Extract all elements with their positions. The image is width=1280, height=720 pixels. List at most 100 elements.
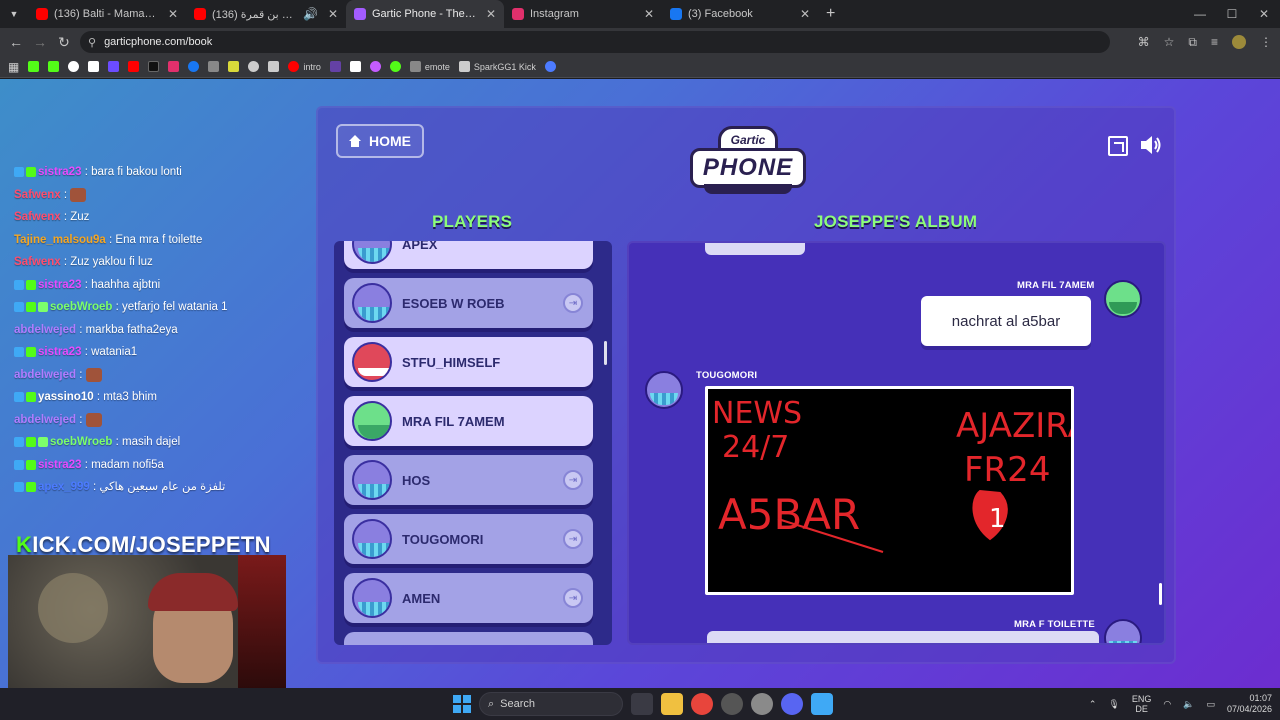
player-card[interactable]: MRA FIL 7AMEM bbox=[344, 396, 593, 446]
kick-player-icon[interactable]: ⇥ bbox=[563, 529, 583, 549]
bookmark-11[interactable] bbox=[228, 61, 240, 72]
chat-username: soebWroeb bbox=[50, 436, 113, 449]
translate-icon[interactable]: ⌘ bbox=[1138, 35, 1150, 49]
settings-icon[interactable] bbox=[751, 693, 773, 715]
close-tab-icon[interactable]: ✕ bbox=[644, 7, 654, 21]
task-view-icon[interactable] bbox=[631, 693, 653, 715]
bookmark-twitch[interactable] bbox=[329, 61, 341, 72]
stream-chat-overlay: sistra23 : bara fi bakou lonti Safwenx : … bbox=[14, 165, 304, 503]
tab-search-chevron-icon[interactable]: ▼ bbox=[0, 0, 28, 28]
extensions-icon[interactable]: ⧉ bbox=[1188, 35, 1197, 50]
tab-instagram[interactable]: Instagram ✕ bbox=[504, 0, 662, 28]
menu-kebab-icon[interactable]: ⋮ bbox=[1260, 35, 1272, 49]
url-input[interactable]: ⚲ garticphone.com/book bbox=[80, 31, 1110, 53]
album-view[interactable]: MRA FIL 7AMEM nachrat al a5bar TOUGOMORI… bbox=[627, 241, 1166, 645]
bookmark-sparkgg1-kick[interactable]: SparkGG1 Kick bbox=[458, 61, 536, 72]
kick-player-icon[interactable]: ⇥ bbox=[563, 293, 583, 313]
player-card[interactable]: ESOEB W ROEB ⇥ bbox=[344, 278, 593, 328]
chat-message: soebWroeb : masih dajel bbox=[14, 435, 304, 450]
maximize-icon[interactable]: ☐ bbox=[1216, 0, 1248, 28]
new-tab-button[interactable]: + bbox=[826, 5, 835, 23]
chat-username: soebWroeb bbox=[50, 301, 113, 314]
kick-player-icon[interactable]: ⇥ bbox=[563, 588, 583, 608]
close-tab-icon[interactable]: ✕ bbox=[328, 7, 338, 21]
forward-icon[interactable]: → bbox=[28, 34, 52, 50]
players-list[interactable]: APEX ESOEB W ROEB ⇥ STFU_HIMSELF MRA FIL 7AM… bbox=[334, 241, 612, 645]
close-window-icon[interactable]: ✕ bbox=[1248, 0, 1280, 28]
drawing-number: 1 bbox=[989, 504, 1006, 534]
home-button[interactable]: HOME bbox=[336, 124, 424, 158]
windows-start-icon[interactable] bbox=[453, 695, 471, 713]
profile-avatar-icon[interactable] bbox=[1232, 35, 1246, 49]
bookmark-10[interactable] bbox=[208, 61, 220, 72]
microphone-icon[interactable]: 🎙 bbox=[1108, 699, 1119, 710]
player-card[interactable]: APEX bbox=[344, 241, 593, 269]
close-tab-icon[interactable]: ✕ bbox=[168, 7, 178, 21]
bookmark-download[interactable] bbox=[88, 61, 100, 72]
tab-facebook[interactable]: (3) Facebook ✕ bbox=[662, 0, 818, 28]
bookmark-5[interactable] bbox=[108, 61, 120, 72]
notepad-icon[interactable] bbox=[811, 693, 833, 715]
bookmark-tiktok[interactable] bbox=[148, 61, 160, 72]
bookmark-star-icon[interactable]: ☆ bbox=[1164, 35, 1175, 49]
language-indicator[interactable]: ENG DE bbox=[1132, 694, 1152, 714]
tray-chevron-icon[interactable]: ⌃ bbox=[1089, 699, 1097, 710]
player-card-partial[interactable] bbox=[344, 632, 593, 645]
bookmark-p[interactable] bbox=[349, 61, 361, 72]
chat-text: : watania1 bbox=[84, 346, 138, 359]
chrome-icon[interactable] bbox=[691, 693, 713, 715]
taskbar-search-input[interactable]: ⌕ Search bbox=[479, 692, 623, 716]
volume-icon[interactable]: 🔈 bbox=[1183, 699, 1194, 710]
kick-player-icon[interactable]: ⇥ bbox=[563, 470, 583, 490]
bookmark-12[interactable] bbox=[248, 61, 260, 72]
minimize-icon[interactable]: — bbox=[1184, 0, 1216, 28]
site-info-icon[interactable]: ⚲ bbox=[88, 36, 96, 49]
bookmark-17[interactable] bbox=[369, 61, 381, 72]
tab-gartic-phone[interactable]: Gartic Phone - The Telephone Game ✕ bbox=[346, 0, 504, 28]
player-card[interactable]: STFU_HIMSELF bbox=[344, 337, 593, 387]
bookmark-kick-2[interactable] bbox=[48, 61, 60, 72]
player-avatar bbox=[352, 342, 392, 382]
file-explorer-icon[interactable] bbox=[661, 693, 683, 715]
chat-message: Safwenx : Zuz bbox=[14, 210, 304, 225]
bookmark-instagram[interactable] bbox=[168, 61, 180, 72]
bookmark-13[interactable] bbox=[268, 61, 280, 72]
player-card[interactable]: AMEN ⇥ bbox=[344, 573, 593, 623]
app-icon[interactable] bbox=[721, 693, 743, 715]
chat-badge-icon bbox=[26, 347, 36, 357]
bookmark-emote[interactable]: emote bbox=[409, 61, 450, 72]
discord-icon[interactable] bbox=[781, 693, 803, 715]
chat-message: abdelwejed : bbox=[14, 412, 304, 428]
apps-grid-icon[interactable]: ▦ bbox=[8, 60, 19, 74]
bookmark-facebook[interactable] bbox=[188, 61, 200, 72]
speaker-icon[interactable]: 🔊 bbox=[303, 7, 318, 21]
media-icon[interactable]: ≡ bbox=[1211, 35, 1218, 49]
player-card[interactable]: TOUGOMORI ⇥ bbox=[344, 514, 593, 564]
close-tab-icon[interactable]: ✕ bbox=[800, 7, 810, 21]
bookmark-youtube[interactable] bbox=[128, 61, 140, 72]
chat-badge-icon bbox=[14, 392, 24, 403]
back-icon[interactable]: ← bbox=[4, 34, 28, 50]
chat-badge-icon bbox=[14, 302, 24, 312]
album-scrollbar[interactable] bbox=[1159, 583, 1162, 605]
bookmark-kick[interactable] bbox=[28, 61, 40, 72]
close-tab-icon[interactable]: ✕ bbox=[486, 7, 496, 21]
wifi-icon[interactable]: ◠ bbox=[1163, 699, 1171, 710]
bookmark-meta[interactable] bbox=[544, 61, 556, 72]
tab-youtube-arabic[interactable]: (136) دنيا بخوت فوزي بن قمرة 🔊 ✕ bbox=[186, 0, 346, 28]
chat-badge-icon bbox=[26, 166, 36, 177]
sound-icon[interactable] bbox=[1138, 132, 1164, 158]
player-card[interactable]: HOS ⇥ bbox=[344, 455, 593, 505]
bookmark-3[interactable] bbox=[68, 61, 80, 72]
tab-strip: ▼ (136) Balti - Mama (Live) - YouTube ✕ … bbox=[0, 0, 1280, 28]
bookmark-intro[interactable]: intro bbox=[288, 61, 321, 72]
system-tray: ⌃ 🎙 ENG DE ◠ 🔈 ▭ 01:07 07/04/2026 bbox=[1089, 688, 1272, 720]
chat-username: sistra23 bbox=[38, 346, 82, 359]
fullscreen-icon[interactable] bbox=[1108, 136, 1128, 156]
battery-icon[interactable]: ▭ bbox=[1206, 699, 1215, 710]
reload-icon[interactable]: ↻ bbox=[52, 34, 76, 51]
clock[interactable]: 01:07 07/04/2026 bbox=[1227, 693, 1272, 715]
tab-youtube-balti[interactable]: (136) Balti - Mama (Live) - YouTube ✕ bbox=[28, 0, 186, 28]
players-scrollbar[interactable] bbox=[604, 341, 607, 365]
bookmark-18[interactable] bbox=[389, 61, 401, 72]
